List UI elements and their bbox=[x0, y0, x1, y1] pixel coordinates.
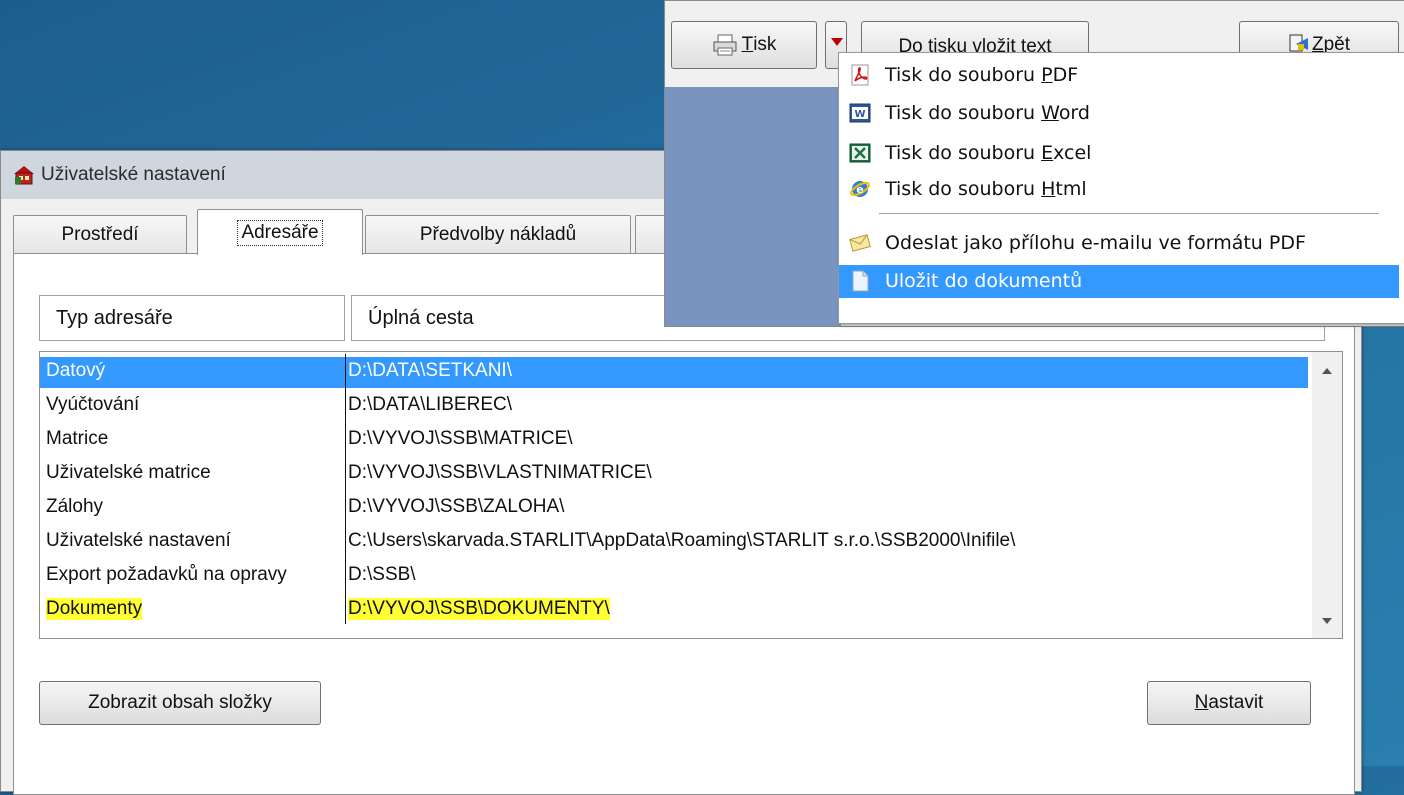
menu-item-pdf[interactable]: Tisk do souboru PDF bbox=[839, 59, 1399, 92]
row-path: D:\VYVOJ\SSB\VLASTNIMATRICE\ bbox=[348, 462, 652, 483]
scroll-down-icon[interactable] bbox=[1322, 618, 1332, 624]
row-path: D:\SSB\ bbox=[348, 564, 416, 585]
menu-label-pre: Tisk do souboru bbox=[885, 64, 1042, 86]
menu-label-post: DF bbox=[1052, 64, 1079, 86]
tab-predvolby-nakladu[interactable]: Předvolby nákladů bbox=[365, 215, 631, 253]
dialog-title: Uživatelské nastavení bbox=[41, 164, 226, 185]
menu-label-pre: Tisk do souboru bbox=[885, 102, 1042, 124]
tab-adresare[interactable]: Adresáře bbox=[197, 209, 363, 255]
list-row[interactable]: Uživatelské nastavení C:\Users\skarvada.… bbox=[40, 527, 1308, 558]
set-button[interactable]: Nastavit bbox=[1147, 681, 1311, 725]
list-row[interactable]: Datový D:\DATA\SETKANI\ bbox=[40, 357, 1308, 388]
svg-text:W: W bbox=[854, 109, 865, 120]
preview-pane bbox=[665, 87, 841, 326]
list-row[interactable]: Zálohy D:\VYVOJ\SSB\ZALOHA\ bbox=[40, 493, 1308, 524]
printer-icon bbox=[712, 34, 738, 56]
menu-label: Odeslat jako přílohu e-mailu ve formátu … bbox=[885, 232, 1306, 254]
list-row[interactable]: Vyúčtování D:\DATA\LIBEREC\ bbox=[40, 391, 1308, 422]
row-path: D:\VYVOJ\SSB\DOKUMENTY\ bbox=[348, 598, 610, 620]
list-row[interactable]: Matrice D:\VYVOJ\SSB\MATRICE\ bbox=[40, 425, 1308, 456]
menu-item-excel[interactable]: Tisk do souboru Excel bbox=[839, 137, 1399, 170]
svg-text:e: e bbox=[856, 183, 863, 196]
row-type: Datový bbox=[46, 360, 106, 381]
menu-item-email-pdf[interactable]: Odeslat jako přílohu e-mailu ve formátu … bbox=[839, 227, 1399, 260]
menu-label-pre: Tisk do souboru bbox=[885, 142, 1042, 164]
list-row[interactable]: Uživatelské matrice D:\VYVOJ\SSB\VLASTNI… bbox=[40, 459, 1308, 490]
row-type: Export požadavků na opravy bbox=[46, 564, 287, 585]
tab-label: Prostředí bbox=[61, 223, 139, 245]
menu-item-word[interactable]: W Tisk do souboru Word bbox=[839, 97, 1399, 130]
document-icon bbox=[849, 270, 871, 292]
vertical-scrollbar[interactable] bbox=[1312, 352, 1342, 638]
tab-label: Předvolby nákladů bbox=[419, 223, 577, 245]
menu-label-pre: Tisk do souboru bbox=[885, 178, 1042, 200]
scroll-up-icon[interactable] bbox=[1322, 368, 1332, 374]
row-type: Zálohy bbox=[46, 496, 104, 517]
menu-label-post: ord bbox=[1058, 102, 1090, 124]
row-path: D:\DATA\LIBEREC\ bbox=[348, 394, 512, 415]
menu-label-post: tml bbox=[1055, 178, 1087, 200]
menu-label-accel: W bbox=[1041, 102, 1059, 124]
row-path: D:\VYVOJ\SSB\ZALOHA\ bbox=[348, 496, 565, 517]
row-type: Dokumenty bbox=[46, 598, 143, 620]
menu-item-html[interactable]: e Tisk do souboru Html bbox=[839, 173, 1399, 206]
tab-prostredi[interactable]: Prostředí bbox=[13, 215, 187, 253]
menu-label-accel: P bbox=[1041, 64, 1053, 86]
row-path: D:\DATA\SETKANI\ bbox=[348, 360, 512, 381]
menu-label-post: xcel bbox=[1053, 142, 1092, 164]
row-path: D:\VYVOJ\SSB\MATRICE\ bbox=[348, 428, 573, 449]
word-icon: W bbox=[849, 102, 871, 124]
directory-list[interactable]: Datový D:\DATA\SETKANI\ Vyúčtování D:\DA… bbox=[39, 351, 1343, 639]
set-label: astavit bbox=[1208, 692, 1264, 713]
set-accel: N bbox=[1194, 692, 1209, 713]
envelope-icon bbox=[849, 232, 871, 254]
row-path: C:\Users\skarvada.STARLIT\AppData\Roamin… bbox=[348, 530, 1016, 551]
print-accel: T bbox=[741, 34, 754, 55]
app-icon bbox=[13, 165, 35, 185]
column-separator bbox=[345, 354, 346, 624]
row-type: Matrice bbox=[46, 428, 109, 449]
tab-label: Adresáře bbox=[237, 219, 323, 246]
row-type: Vyúčtování bbox=[46, 394, 140, 415]
html-icon: e bbox=[849, 178, 871, 200]
back-icon bbox=[1288, 34, 1310, 54]
list-row[interactable]: Dokumenty D:\VYVOJ\SSB\DOKUMENTY\ bbox=[40, 595, 1308, 626]
pdf-icon bbox=[849, 64, 871, 86]
menu-separator bbox=[879, 213, 1379, 214]
print-button[interactable]: Tisk bbox=[671, 21, 817, 69]
show-folder-button[interactable]: Zobrazit obsah složky bbox=[39, 681, 321, 725]
menu-item-save-documents[interactable]: Uložit do dokumentů bbox=[839, 265, 1399, 298]
row-type: Uživatelské nastavení bbox=[46, 530, 231, 551]
menu-label-accel: E bbox=[1041, 142, 1054, 164]
row-type: Uživatelské matrice bbox=[46, 462, 211, 483]
list-row[interactable]: Export požadavků na opravy D:\SSB\ bbox=[40, 561, 1308, 592]
menu-label: Uložit do dokumentů bbox=[885, 270, 1083, 292]
print-label: isk bbox=[753, 34, 777, 55]
excel-icon bbox=[849, 142, 871, 164]
column-header-type[interactable]: Typ adresáře bbox=[39, 295, 345, 341]
print-dropdown-menu: Tisk do souboru PDF W Tisk do souboru Wo… bbox=[838, 52, 1404, 324]
chevron-down-icon bbox=[831, 38, 843, 46]
menu-label-accel: H bbox=[1041, 178, 1056, 200]
